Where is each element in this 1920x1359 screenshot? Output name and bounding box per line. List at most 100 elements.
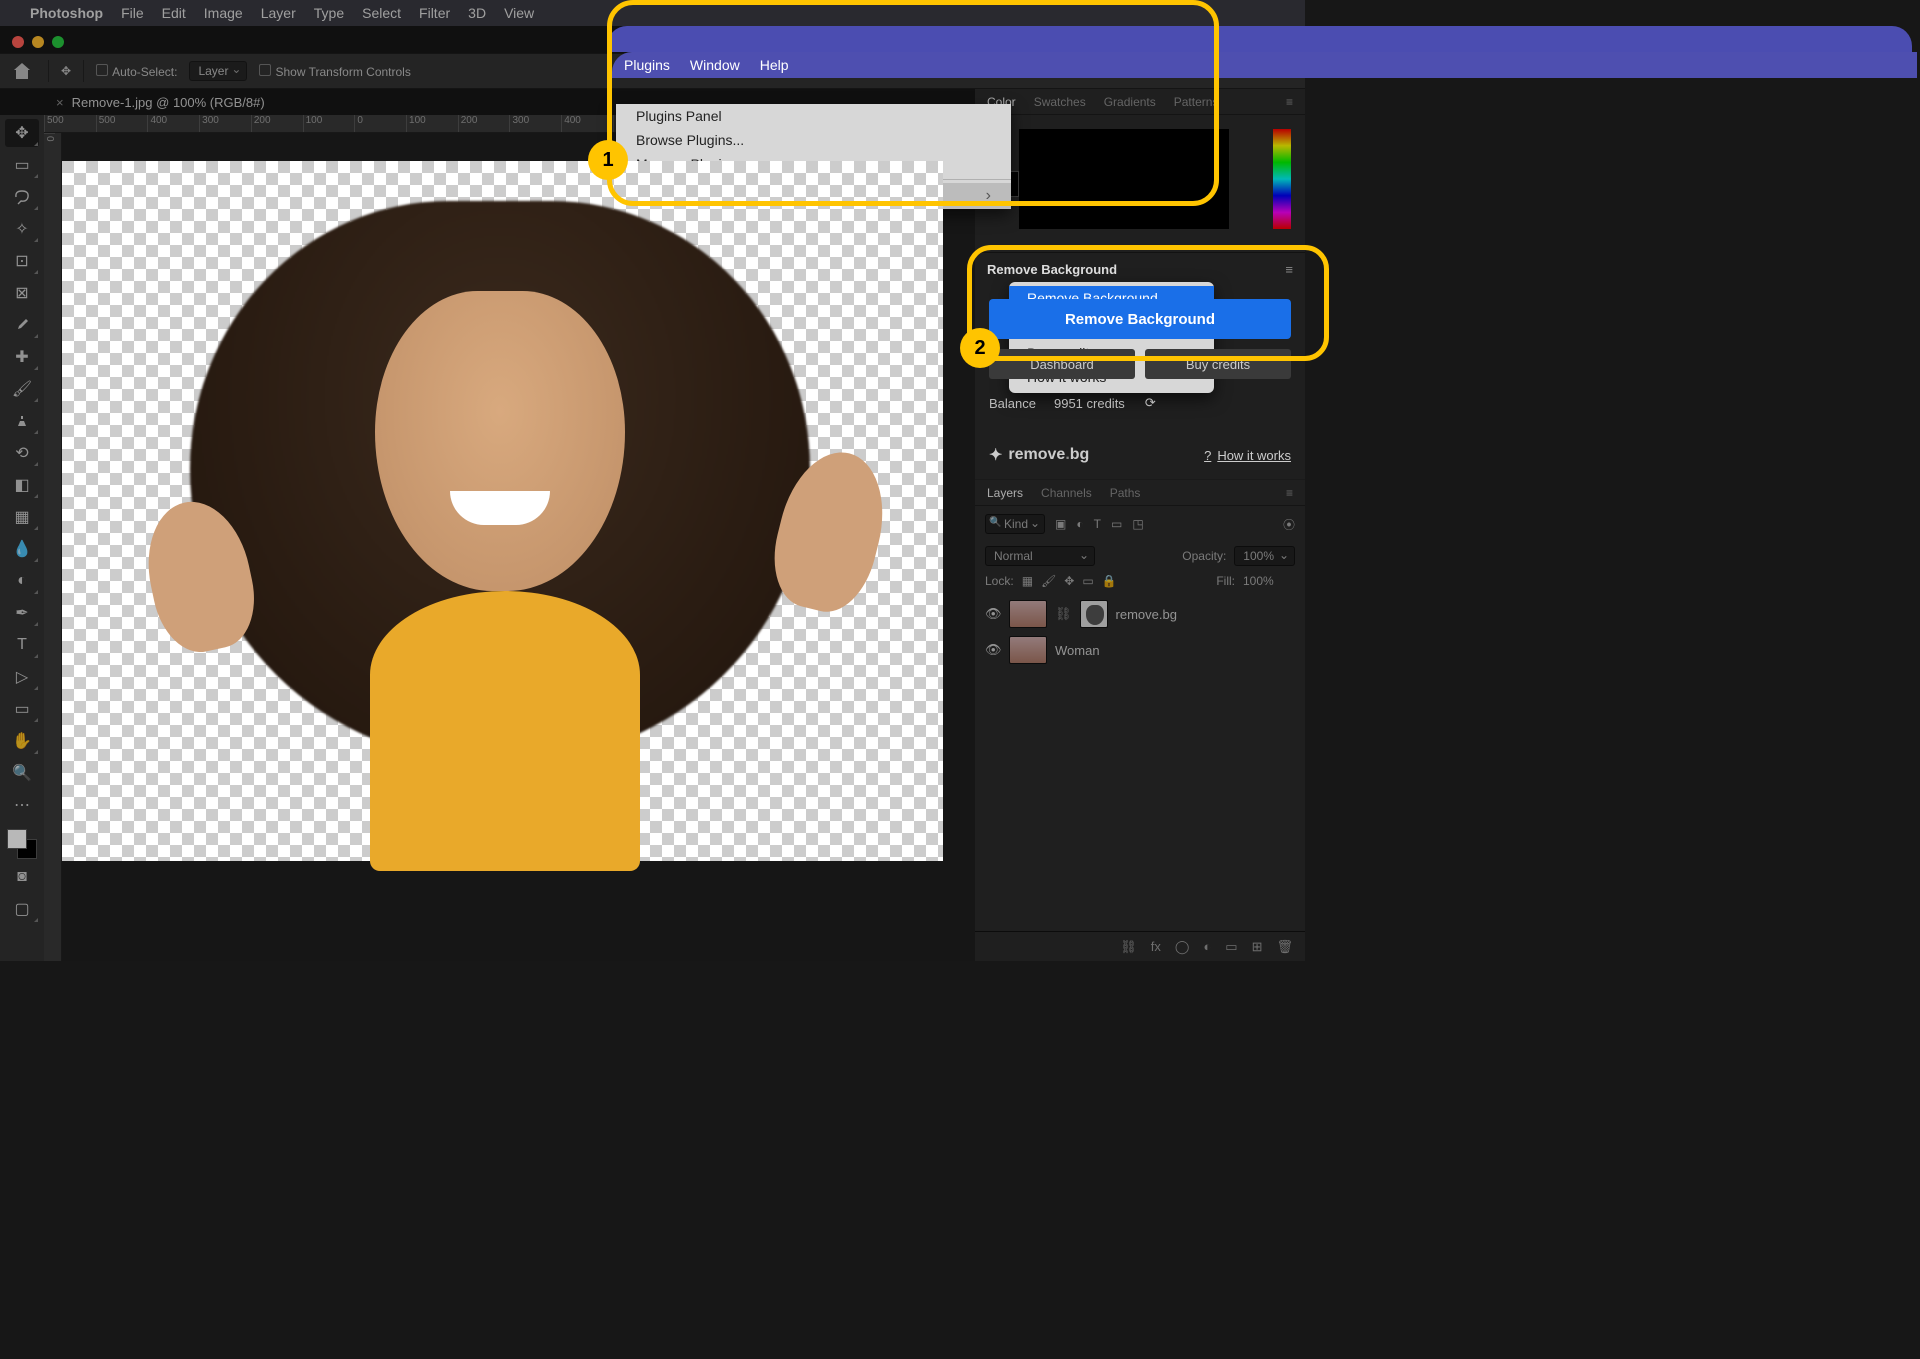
how-it-works-link[interactable]: ?How it works — [1204, 448, 1291, 463]
opacity-value[interactable]: 100% — [1234, 546, 1295, 566]
panel-menu-icon[interactable]: ≡ — [1286, 486, 1293, 500]
plugin-tab[interactable]: Remove Background≡ — [975, 253, 1305, 285]
tab-swatches[interactable]: Swatches — [1034, 95, 1086, 109]
blur-tool[interactable]: 💧 — [5, 535, 39, 563]
browse-plugins-item[interactable]: Browse Plugins... — [616, 128, 1011, 152]
canvas[interactable] — [62, 161, 943, 861]
link-layers-icon[interactable]: ⛓ — [1120, 939, 1137, 955]
lock-paint-icon[interactable]: 🖌 — [1041, 574, 1056, 588]
tab-patterns[interactable]: Patterns — [1174, 95, 1219, 109]
menu-layer[interactable]: Layer — [261, 5, 296, 21]
home-button[interactable] — [8, 59, 36, 83]
close-tab-icon[interactable]: × — [56, 95, 64, 110]
gradient-tool[interactable]: ▦ — [5, 503, 39, 531]
refresh-icon[interactable]: ⟳ — [1145, 395, 1156, 411]
fill-value[interactable]: 100% — [1243, 574, 1295, 588]
plugins-panel-item[interactable]: Plugins Panel — [616, 104, 1011, 128]
delete-layer-icon[interactable]: 🗑 — [1276, 939, 1293, 955]
remove-background-button[interactable]: Remove Background — [989, 299, 1291, 339]
zoom-tool[interactable]: 🔍 — [5, 759, 39, 787]
brush-tool[interactable]: 🖌 — [5, 375, 39, 403]
type-tool[interactable]: T — [5, 631, 39, 659]
history-brush-tool[interactable]: ⟲ — [5, 439, 39, 467]
foreground-color-icon[interactable] — [7, 829, 27, 849]
move-tool[interactable]: ✥ — [5, 119, 39, 147]
group-icon[interactable]: ▭ — [1225, 939, 1237, 955]
zoom-window-icon[interactable] — [52, 36, 64, 48]
layer-mask-thumbnail[interactable] — [1080, 600, 1108, 628]
filter-toggle[interactable]: ⦿ — [1283, 516, 1295, 533]
document-tab[interactable]: × Remove-1.jpg @ 100% (RGB/8#) — [44, 89, 277, 115]
edit-toolbar[interactable]: ⋯ — [5, 791, 39, 819]
lock-trans-icon[interactable]: ▦ — [1022, 574, 1033, 588]
menu-filter[interactable]: Filter — [419, 5, 450, 21]
layer-row[interactable]: 👁 Woman — [975, 632, 1305, 668]
screen-mode-tool[interactable]: ▢ — [5, 895, 39, 923]
clone-stamp-tool[interactable] — [5, 407, 39, 435]
removebg-brand[interactable]: ✦ remove.bg — [989, 445, 1089, 465]
tab-paths[interactable]: Paths — [1110, 486, 1141, 500]
show-transform-checkbox[interactable]: Show Transform Controls — [259, 64, 410, 79]
marquee-tool[interactable]: ▭ — [5, 151, 39, 179]
menu-select[interactable]: Select — [362, 5, 401, 21]
layer-fx-icon[interactable]: fx — [1151, 939, 1161, 954]
filter-adjust-icon[interactable]: ◐ — [1076, 517, 1083, 531]
hue-slider[interactable] — [1273, 129, 1291, 229]
new-layer-icon[interactable]: ⊞ — [1252, 939, 1263, 955]
visibility-icon[interactable]: 👁 — [985, 642, 1001, 658]
menu-3d[interactable]: 3D — [468, 5, 486, 21]
lock-pos-icon[interactable]: ✥ — [1064, 574, 1074, 588]
close-window-icon[interactable] — [12, 36, 24, 48]
panel-menu-icon[interactable]: ≡ — [1285, 262, 1293, 277]
frame-tool[interactable]: ⊠ — [5, 279, 39, 307]
crop-tool[interactable]: ⊡ — [5, 247, 39, 275]
healing-brush-tool[interactable]: ✚ — [5, 343, 39, 371]
menu-file[interactable]: File — [121, 5, 144, 21]
panel-menu-icon[interactable]: ≡ — [1286, 95, 1293, 109]
eyedropper-tool[interactable] — [5, 311, 39, 339]
auto-select-checkbox[interactable]: Auto-Select: — [96, 64, 177, 79]
layer-thumbnail[interactable] — [1009, 600, 1047, 628]
link-icon[interactable]: ⛓ — [1055, 606, 1072, 622]
menu-view[interactable]: View — [504, 5, 534, 21]
dashboard-button[interactable]: Dashboard — [989, 349, 1135, 379]
move-tool-icon[interactable]: ✥ — [61, 64, 71, 78]
layer-filter-kind[interactable]: Kind — [985, 514, 1045, 534]
lock-all-icon[interactable]: 🔒 — [1102, 574, 1117, 588]
layer-name[interactable]: Woman — [1055, 643, 1100, 658]
menu-type[interactable]: Type — [314, 5, 344, 21]
menu-help[interactable]: Help — [760, 57, 789, 73]
filter-shape-icon[interactable]: ▭ — [1111, 517, 1122, 531]
filter-smart-icon[interactable]: ◳ — [1132, 517, 1143, 531]
tab-channels[interactable]: Channels — [1041, 486, 1092, 500]
visibility-icon[interactable]: 👁 — [985, 606, 1001, 622]
layer-row[interactable]: 👁 ⛓ remove.bg — [975, 596, 1305, 632]
layer-thumbnail[interactable] — [1009, 636, 1047, 664]
quick-mask-tool[interactable]: ◙ — [5, 863, 39, 891]
tab-layers[interactable]: Layers — [987, 486, 1023, 500]
blend-mode-select[interactable]: Normal — [985, 546, 1095, 566]
tab-gradients[interactable]: Gradients — [1104, 95, 1156, 109]
color-swatches[interactable] — [7, 829, 37, 859]
canvas-area[interactable] — [62, 133, 975, 961]
adjustment-layer-icon[interactable]: ◐ — [1203, 939, 1211, 954]
lasso-tool[interactable] — [5, 183, 39, 211]
pen-tool[interactable]: ✒ — [5, 599, 39, 627]
dodge-tool[interactable]: ◐ — [5, 567, 39, 595]
menu-plugins[interactable]: Plugins — [624, 57, 670, 73]
app-name[interactable]: Photoshop — [30, 5, 103, 21]
filter-type-icon[interactable]: T — [1094, 517, 1101, 531]
menu-edit[interactable]: Edit — [162, 5, 186, 21]
menu-image[interactable]: Image — [204, 5, 243, 21]
buy-credits-button[interactable]: Buy credits — [1145, 349, 1291, 379]
minimize-window-icon[interactable] — [32, 36, 44, 48]
color-field[interactable] — [1019, 129, 1229, 229]
magic-wand-tool[interactable]: ✧ — [5, 215, 39, 243]
lock-artboard-icon[interactable]: ▭ — [1082, 574, 1093, 588]
layer-mask-icon[interactable]: ◯ — [1175, 939, 1190, 955]
layer-name[interactable]: remove.bg — [1116, 607, 1177, 622]
vertical-ruler[interactable]: 0 — [44, 133, 62, 961]
filter-pixel-icon[interactable]: ▣ — [1055, 517, 1066, 531]
menu-window[interactable]: Window — [690, 57, 740, 73]
hand-tool[interactable]: ✋ — [5, 727, 39, 755]
